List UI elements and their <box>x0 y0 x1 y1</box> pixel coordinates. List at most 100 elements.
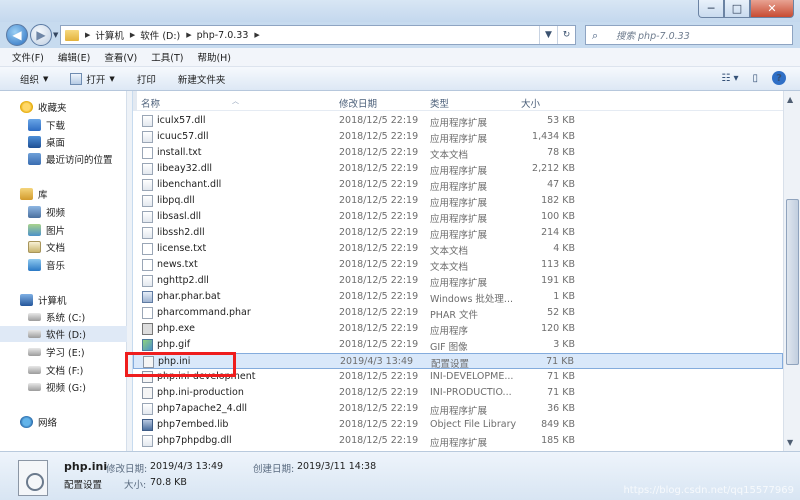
file-row[interactable]: pharcommand.phar 2018/12/5 22:19 PHAR 文件 52… <box>133 305 783 321</box>
menu-view[interactable]: 查看(V) <box>104 50 137 64</box>
txt-file-icon <box>142 147 153 159</box>
search-input[interactable]: ⌕ 搜索 php-7.0.33 <box>585 25 793 45</box>
organize-button[interactable]: 组织 ▼ <box>20 72 48 86</box>
breadcrumb-drive-d[interactable]: 软件 (D:) <box>140 28 180 42</box>
file-row[interactable]: libeay32.dll 2018/12/5 22:19 应用程序扩展 2,212 K… <box>133 161 783 177</box>
chevron-right-icon[interactable]: ▶ <box>186 31 191 39</box>
file-row[interactable]: iculx57.dll 2018/12/5 22:19 应用程序扩展 53 KB <box>133 113 783 129</box>
address-bar[interactable]: ▶ 计算机 ▶ 软件 (D:) ▶ php-7.0.33 ▶ ▼ ↻ <box>60 25 576 45</box>
menu-help[interactable]: 帮助(H) <box>197 50 231 64</box>
file-size: 78 KB <box>547 147 575 158</box>
dll-file-icon <box>142 163 153 175</box>
dll-file-icon <box>142 195 153 207</box>
address-actions: ▼ ↻ <box>539 26 575 44</box>
navigation-pane: 收藏夹 下载 桌面 最近访问的位置 库 视频 图片 文档 音乐 计算机 系统 (… <box>0 91 127 451</box>
file-row[interactable]: install.txt 2018/12/5 22:19 文本文档 78 KB <box>133 145 783 161</box>
file-type: 应用程序扩展 <box>430 118 488 129</box>
file-row[interactable]: php7embed.lib 2018/12/5 22:19 Object File … <box>133 417 783 433</box>
file-row[interactable]: nghttp2.dll 2018/12/5 22:19 应用程序扩展 191 KB <box>133 273 783 289</box>
file-row[interactable]: php.ini-production 2018/12/5 22:19 INI-PRO… <box>133 385 783 401</box>
file-row[interactable]: phar.phar.bat 2018/12/5 22:19 Windows 批处理.… <box>133 289 783 305</box>
file-row[interactable]: php7phpdbg.dll 2018/12/5 22:19 应用程序扩展 185 K… <box>133 433 783 449</box>
exe-file-icon <box>142 323 153 335</box>
network-icon <box>20 416 33 428</box>
file-type: 应用程序扩展 <box>430 134 488 145</box>
file-row[interactable]: libpq.dll 2018/12/5 22:19 应用程序扩展 182 KB <box>133 193 783 209</box>
address-dropdown-icon[interactable]: ▼ <box>539 26 557 44</box>
window-controls: ─ □ ✕ <box>698 0 794 20</box>
file-row[interactable]: php7apache2_4.dll 2018/12/5 22:19 应用程序扩展 36… <box>133 401 783 417</box>
close-button[interactable]: ✕ <box>750 0 794 18</box>
back-button[interactable]: ◀ <box>6 24 28 46</box>
column-name[interactable]: 名称 <box>141 96 160 110</box>
view-options-icon[interactable]: ☷ ▾ <box>721 73 738 84</box>
menu-edit[interactable]: 编辑(E) <box>58 50 90 64</box>
column-header-row: ︿ 名称 修改日期 类型 大小 <box>133 91 783 111</box>
help-icon[interactable]: ? <box>772 71 786 85</box>
file-name: php.gif <box>157 339 191 350</box>
file-list-scrollbar[interactable]: ▲ ▼ <box>783 91 800 451</box>
menu-tools[interactable]: 工具(T) <box>151 50 183 64</box>
file-name: news.txt <box>157 259 198 270</box>
caret-down-icon: ▼ <box>109 74 115 83</box>
file-row[interactable]: php.ini-development 2018/12/5 22:19 INI-DE… <box>133 369 783 385</box>
file-row[interactable]: php.exe 2018/12/5 22:19 应用程序 120 KB <box>133 321 783 337</box>
chevron-right-icon[interactable]: ▶ <box>254 31 259 39</box>
file-row[interactable]: libssh2.dll 2018/12/5 22:19 应用程序扩展 214 KB <box>133 225 783 241</box>
file-row[interactable]: php.gif 2018/12/5 22:19 GIF 图像 3 KB <box>133 337 783 353</box>
scroll-up-icon[interactable]: ▲ <box>787 95 793 104</box>
file-size: 191 KB <box>541 275 575 286</box>
forward-button[interactable]: ▶ <box>30 24 52 46</box>
scroll-down-icon[interactable]: ▼ <box>787 438 793 447</box>
file-size: 185 KB <box>541 435 575 446</box>
breadcrumb-computer[interactable]: 计算机 <box>95 28 124 42</box>
print-button[interactable]: 打印 <box>137 72 156 86</box>
column-date[interactable]: 修改日期 <box>339 96 377 110</box>
file-row[interactable]: license.txt 2018/12/5 22:19 文本文档 4 KB <box>133 241 783 257</box>
nav-pane-scrollbar[interactable] <box>127 91 132 451</box>
gif-file-icon <box>142 339 153 351</box>
file-date: 2018/12/5 22:19 <box>339 115 419 126</box>
txt-file-icon <box>142 243 153 255</box>
nav-downloads-label: 下载 <box>46 121 66 132</box>
ini-file-icon <box>18 460 48 496</box>
open-button[interactable]: 打开 ▼ <box>70 72 115 86</box>
details-size-label: 大小: <box>124 480 147 491</box>
preview-pane-icon[interactable]: ▯ <box>752 73 758 84</box>
file-name: license.txt <box>157 243 207 254</box>
refresh-icon[interactable]: ↻ <box>557 26 575 44</box>
file-row[interactable]: icuuc57.dll 2018/12/5 22:19 应用程序扩展 1,434 KB <box>133 129 783 145</box>
column-type[interactable]: 类型 <box>430 96 449 110</box>
file-name: icuuc57.dll <box>157 131 209 142</box>
file-date: 2018/12/5 22:19 <box>339 163 419 174</box>
scroll-thumb[interactable] <box>786 199 799 365</box>
file-row[interactable]: libenchant.dll 2018/12/5 22:19 应用程序扩展 47 KB <box>133 177 783 193</box>
nav-pictures-label: 图片 <box>46 226 66 237</box>
nav-drive-c-label: 系统 (C:) <box>46 313 86 324</box>
menu-file[interactable]: 文件(F) <box>12 50 44 64</box>
file-name: iculx57.dll <box>157 115 206 126</box>
nav-drive-d[interactable]: 软件 (D:) <box>0 326 127 342</box>
dll-file-icon <box>142 179 153 191</box>
pictures-icon <box>28 224 41 236</box>
column-size[interactable]: 大小 <box>521 96 540 110</box>
details-modified-value: 2019/4/3 13:49 <box>150 461 224 472</box>
file-date: 2018/12/5 22:19 <box>339 419 419 430</box>
file-size: 1,434 KB <box>532 131 575 142</box>
file-size: 3 KB <box>553 339 575 350</box>
new-folder-button[interactable]: 新建文件夹 <box>178 72 226 86</box>
chevron-right-icon[interactable]: ▶ <box>130 31 135 39</box>
dll-file-icon <box>142 403 153 415</box>
file-row[interactable]: libsasl.dll 2018/12/5 22:19 应用程序扩展 100 KB <box>133 209 783 225</box>
chevron-right-icon[interactable]: ▶ <box>85 31 90 39</box>
file-row[interactable]: php.ini 2019/4/3 13:49 配置设置 71 KB <box>133 353 783 370</box>
nav-music-label: 音乐 <box>46 261 66 272</box>
recent-pages-dropdown[interactable]: ▼ <box>53 31 58 39</box>
title-bar: ─ □ ✕ <box>0 0 800 22</box>
maximize-button[interactable]: □ <box>724 0 750 18</box>
dll-file-icon <box>142 275 153 287</box>
file-row[interactable]: news.txt 2018/12/5 22:19 文本文档 113 KB <box>133 257 783 273</box>
nav-favorites-label: 收藏夹 <box>38 103 67 114</box>
breadcrumb-php-folder[interactable]: php-7.0.33 <box>197 30 249 41</box>
minimize-button[interactable]: ─ <box>698 0 724 18</box>
